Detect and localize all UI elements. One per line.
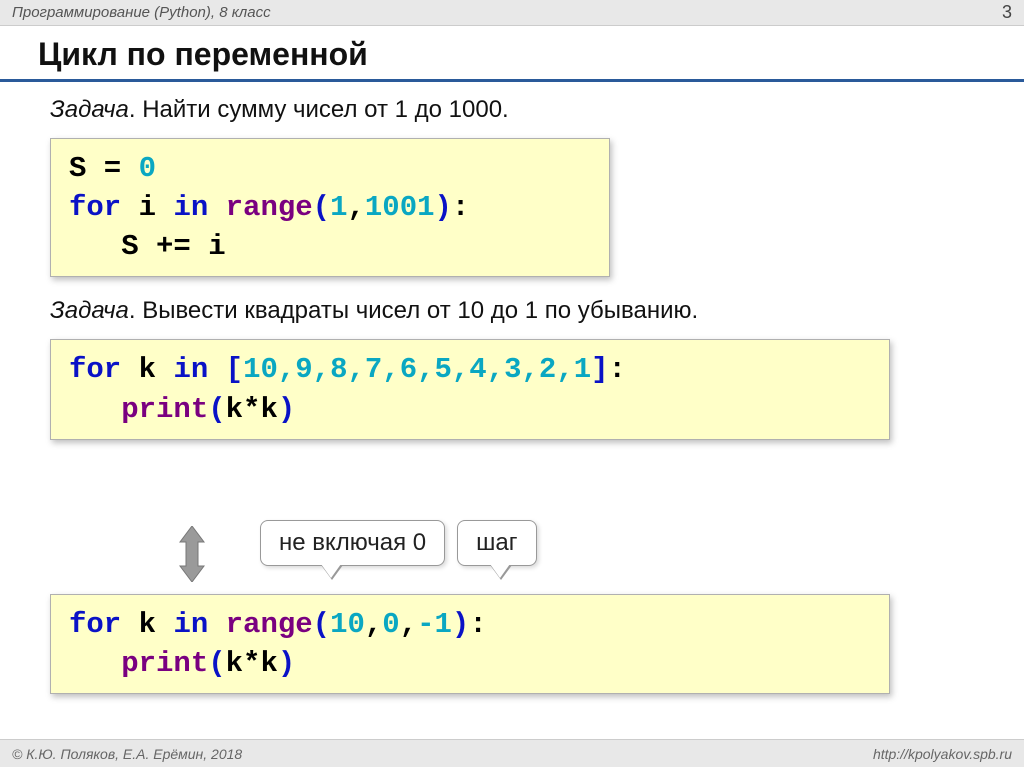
course-label: Программирование (Python), 8 класс — [12, 4, 271, 21]
page-title: Цикл по переменной — [0, 26, 1024, 82]
code2-indent — [69, 393, 121, 426]
callout-step: шаг — [457, 520, 536, 566]
code1-range: range — [226, 191, 313, 224]
code-block-2: for k in [10,9,8,7,6,5,4,3,2,1]: print(k… — [50, 339, 890, 439]
page-number: 3 — [1002, 2, 1012, 23]
callout1-text: не включая 0 — [279, 529, 426, 556]
code1-i: i — [121, 191, 173, 224]
code3-for: for — [69, 608, 121, 641]
callout-group: не включая 0 шаг — [260, 520, 537, 566]
code3-paren-open2: ( — [208, 647, 225, 680]
code3-indent — [69, 647, 121, 680]
code2-for: for — [69, 353, 121, 386]
code3-range: range — [226, 608, 313, 641]
code2-paren-open: ( — [208, 393, 225, 426]
code1-body: S += i — [69, 230, 226, 263]
callout-exclude-zero: не включая 0 — [260, 520, 445, 566]
code-block-1: S = 0 for i in range(1,1001): S += i — [50, 138, 610, 277]
code2-in: in — [173, 353, 208, 386]
task2-text: Задача. Вывести квадраты чисел от 10 до … — [0, 291, 1024, 335]
code3-print: print — [121, 647, 208, 680]
code2-bracket-close: ] — [591, 353, 608, 386]
bidirectional-arrow-icon — [172, 526, 212, 587]
code2-colon: : — [609, 353, 626, 386]
code3-sp — [208, 608, 225, 641]
task2-label: Задача — [50, 297, 129, 324]
code3-arg: k*k — [226, 647, 278, 680]
code1-colon: : — [452, 191, 469, 224]
code3-colon: : — [469, 608, 486, 641]
task1-body: . Найти сумму чисел от 1 до 1000. — [129, 96, 509, 123]
task1-text: Задача. Найти сумму чисел от 1 до 1000. — [0, 90, 1024, 134]
code2-arg: k*k — [226, 393, 278, 426]
code3-paren-close: ) — [452, 608, 469, 641]
code1-in: in — [173, 191, 208, 224]
code3-n3: -1 — [417, 608, 452, 641]
code1-assign: S = — [69, 152, 139, 185]
code3-in: in — [173, 608, 208, 641]
code2-bracket-open: [ — [226, 353, 243, 386]
code3-k: k — [121, 608, 173, 641]
code3-n1: 10 — [330, 608, 365, 641]
task2-body: . Вывести квадраты чисел от 10 до 1 по у… — [129, 297, 698, 324]
footer-url: http://kpolyakov.spb.ru — [873, 746, 1012, 762]
code3-c2: , — [400, 608, 417, 641]
code2-sp — [208, 353, 225, 386]
code-block-3: for k in range(10,0,-1): print(k*k) — [50, 594, 890, 694]
code1-comma: , — [347, 191, 364, 224]
copyright-text: © К.Ю. Поляков, Е.А. Ерёмин, 2018 — [12, 746, 242, 762]
code1-n2: 1001 — [365, 191, 435, 224]
code2-paren-close: ) — [278, 393, 295, 426]
code2-nums: 10,9,8,7,6,5,4,3,2,1 — [243, 353, 591, 386]
code3-paren-open: ( — [313, 608, 330, 641]
code1-zero: 0 — [139, 152, 156, 185]
task1-label: Задача — [50, 96, 129, 123]
callout2-text: шаг — [476, 529, 517, 556]
code1-n1: 1 — [330, 191, 347, 224]
code2-k: k — [121, 353, 173, 386]
header-bar: Программирование (Python), 8 класс 3 — [0, 0, 1024, 26]
code2-print: print — [121, 393, 208, 426]
code3-n2: 0 — [382, 608, 399, 641]
code1-for: for — [69, 191, 121, 224]
code1-paren-close: ) — [435, 191, 452, 224]
footer-bar: © К.Ю. Поляков, Е.А. Ерёмин, 2018 http:/… — [0, 739, 1024, 767]
code3-paren-close2: ) — [278, 647, 295, 680]
code1-paren-open: ( — [313, 191, 330, 224]
code3-c1: , — [365, 608, 382, 641]
code1-sp — [208, 191, 225, 224]
